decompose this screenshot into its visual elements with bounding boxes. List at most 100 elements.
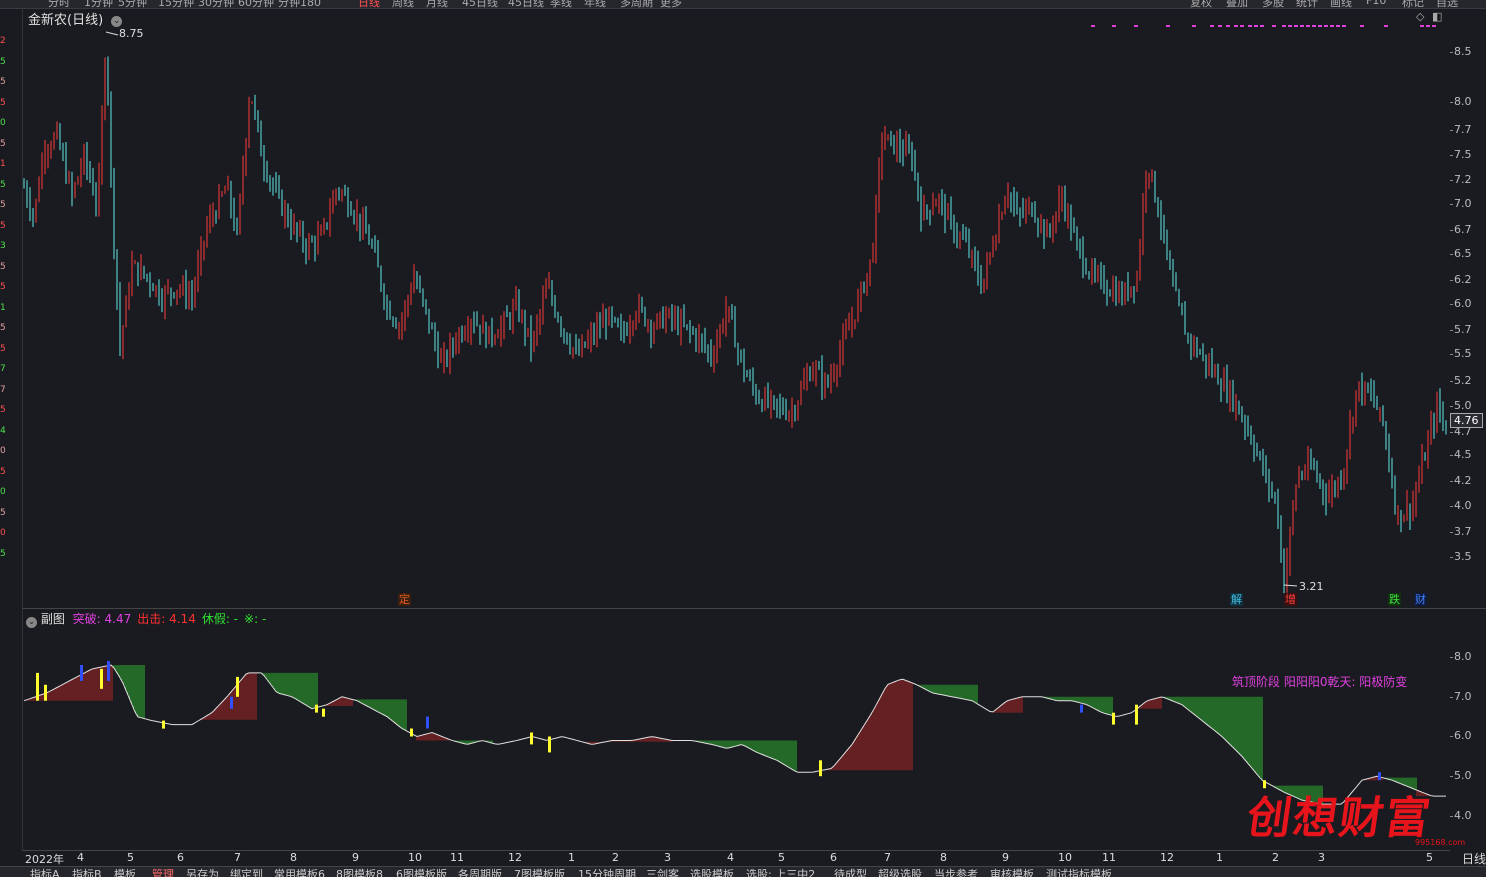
signal-dot <box>1218 25 1222 27</box>
price-axis-tick: 6.0 <box>1450 297 1486 310</box>
menu-item[interactable]: 年线 <box>584 0 606 8</box>
watermark-logo: 创想财富 <box>1243 793 1435 844</box>
top-menu-bar: 分时 1分钟 5分钟 15分钟 30分钟 60分钟 分钟180 日线 周线 月线 45日线 45日线季… <box>0 0 1486 9</box>
legend-entry: 休假: - <box>201 612 239 626</box>
price-axis-tick: 5.5 <box>1450 347 1486 360</box>
signal-dot <box>1240 25 1244 27</box>
sub-chart-title: 副图 <box>40 612 65 626</box>
gutter-value: 5 <box>0 138 6 149</box>
date-tick: 5 <box>778 851 785 864</box>
menu-item[interactable]: 叠加 <box>1226 0 1248 8</box>
current-price-tag: 4.76 <box>1450 413 1483 428</box>
watermark-url: 995168.com <box>1415 838 1466 847</box>
signal-dot <box>1192 25 1196 27</box>
bottom-tab[interactable]: 超级选股 <box>878 867 922 877</box>
bottom-tab[interactable]: 选股模板 <box>690 867 734 877</box>
bottom-tab[interactable]: 模板 <box>114 867 136 877</box>
gutter-value: 4 <box>0 425 6 436</box>
date-tick: 2022年 <box>25 853 64 866</box>
menu-item[interactable]: 45日线 <box>508 0 544 8</box>
event-marker[interactable]: 跌 <box>1388 593 1401 606</box>
signal-dot <box>1210 25 1214 27</box>
price-axis-tick: 5.2 <box>1450 374 1486 387</box>
bottom-tab[interactable]: 常用模板6 <box>274 867 325 877</box>
gutter-value: 0 <box>0 487 6 497</box>
bottom-tab[interactable]: 8图模板8 <box>336 867 383 877</box>
period-label[interactable]: 日线 <box>1462 850 1486 867</box>
bottom-tab[interactable]: 三剑客 <box>646 867 679 877</box>
bottom-tab[interactable]: 待成型 <box>834 867 867 877</box>
menu-item[interactable]: 45日线 <box>462 0 498 8</box>
menu-item[interactable]: 标记 <box>1402 0 1424 8</box>
menu-item[interactable]: 画线 <box>1330 0 1352 8</box>
bottom-tab[interactable]: 绑定到 <box>230 867 263 877</box>
menu-item[interactable]: 5分钟 <box>118 0 147 8</box>
bottom-tab-bar: 指标A 指标B 模板 管理 另存为 绑定到 常用模板6 8图模板8 6图模板版 各周期版 7图模板版… <box>0 866 1486 877</box>
date-tick: 3 <box>664 851 671 864</box>
price-axis-tick: 6.2 <box>1450 273 1486 286</box>
gutter-value: 7 <box>0 384 6 395</box>
signal-dot <box>1234 25 1238 27</box>
menu-item[interactable]: F10 <box>1366 0 1386 7</box>
menu-item[interactable]: 分钟180 <box>278 0 321 8</box>
bottom-tab[interactable]: 6图模板版 <box>396 867 447 877</box>
menu-item[interactable]: 多股 <box>1262 0 1284 8</box>
menu-item[interactable]: 分时 <box>48 0 70 8</box>
sub-axis-tick: 6.0 <box>1450 729 1486 742</box>
bottom-tab[interactable]: 7图模板版 <box>514 867 565 877</box>
date-tick: 11 <box>450 851 464 864</box>
gutter-value: 5 <box>0 220 6 231</box>
sub-indicator-chart[interactable] <box>22 628 1450 850</box>
date-axis: 2022年 4 5 6 7 8 9 10 11 12 1 2 3 4 5 6 7 8 9 10 11 12 1 2 3 5 <box>22 850 1450 867</box>
menu-item[interactable]: 60分钟 <box>238 0 274 8</box>
price-axis-tick: 4.5 <box>1450 448 1486 461</box>
menu-item[interactable]: 季线 <box>550 0 572 8</box>
signal-bar <box>410 728 413 737</box>
bottom-tab[interactable]: 选股: 上三中2 <box>746 867 815 877</box>
signal-dot <box>1166 25 1170 27</box>
bottom-tab[interactable]: 指标A <box>30 867 60 877</box>
menu-item[interactable]: 月线 <box>426 0 448 8</box>
bottom-tab[interactable]: 审核模板 <box>990 867 1034 877</box>
menu-item[interactable]: 统计 <box>1296 0 1318 8</box>
signal-bar <box>100 668 103 689</box>
menu-item[interactable]: 日线 <box>358 0 380 8</box>
bottom-tab[interactable]: 当步参考 <box>934 867 978 877</box>
date-tick: 7 <box>884 851 891 864</box>
date-tick: 7 <box>234 851 241 864</box>
menu-item[interactable]: 周线 <box>392 0 414 8</box>
gutter-value: 5 <box>0 179 6 190</box>
bottom-tab[interactable]: 各周期版 <box>458 867 502 877</box>
event-marker[interactable]: 财 <box>1414 593 1427 606</box>
gutter-value: 5 <box>0 282 6 292</box>
menu-item[interactable]: 更多 <box>660 0 682 8</box>
gutter-value: 0 <box>0 528 6 538</box>
bottom-tab[interactable]: 测试指标模板 <box>1046 867 1112 877</box>
menu-item[interactable]: 15分钟 <box>158 0 194 8</box>
bottom-tab[interactable]: 指标B <box>72 867 102 877</box>
bottom-tab[interactable]: 另存为 <box>186 867 219 877</box>
bottom-tab[interactable]: 15分钟周期 <box>578 867 636 877</box>
price-axis-tick: 7.7 <box>1450 123 1486 136</box>
event-marker[interactable]: 解 <box>1230 593 1243 606</box>
bottom-tab[interactable]: 管理 <box>152 867 174 877</box>
signal-bar <box>107 661 110 681</box>
date-tick: 6 <box>177 851 184 864</box>
price-axis-tick: 3.7 <box>1450 525 1486 538</box>
signal-bar <box>36 672 39 701</box>
menu-item[interactable]: 多周期 <box>620 0 653 8</box>
event-marker[interactable]: 增 <box>1284 593 1297 606</box>
menu-item[interactable]: 复权 <box>1190 0 1212 8</box>
chevron-down-icon[interactable]: ⌄ <box>26 617 37 628</box>
signal-dot <box>1134 25 1138 27</box>
signal-dot <box>1384 25 1388 27</box>
main-price-chart[interactable] <box>22 20 1450 610</box>
event-marker[interactable]: 定 <box>398 593 411 606</box>
date-tick: 12 <box>508 851 522 864</box>
low-pointer <box>1283 584 1298 587</box>
menu-item[interactable]: 1分钟 <box>84 0 113 8</box>
signal-bar <box>230 696 233 709</box>
signal-dot <box>1432 25 1436 27</box>
signal-dot <box>1288 25 1292 27</box>
menu-item[interactable]: 30分钟 <box>198 0 234 8</box>
